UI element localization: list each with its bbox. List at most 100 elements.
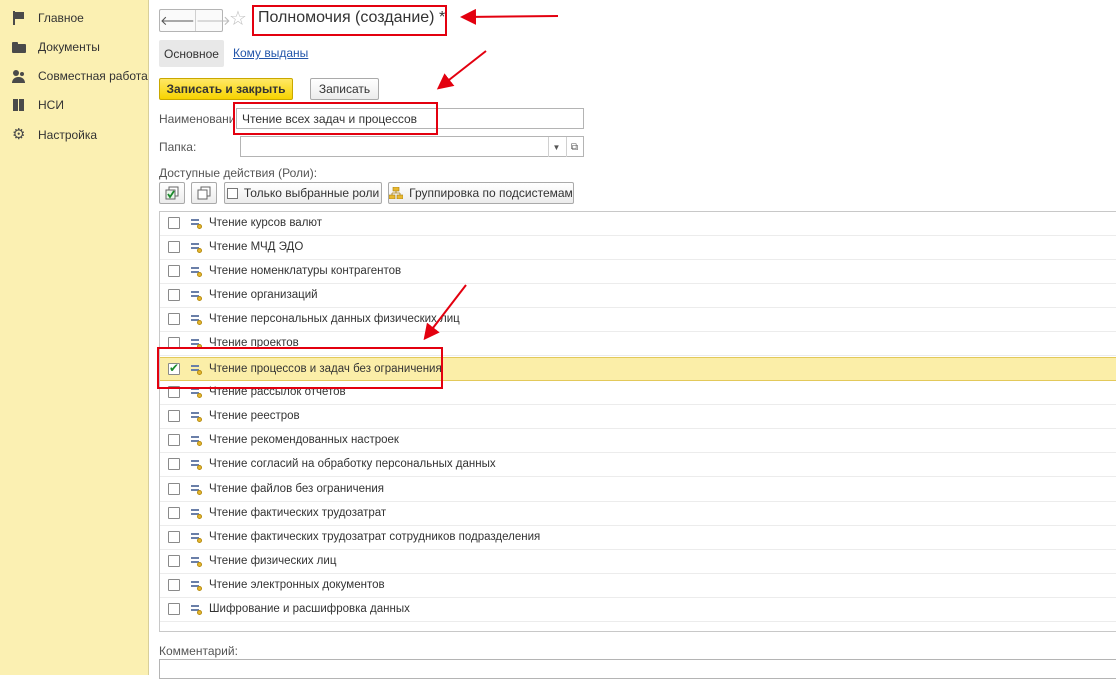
tab-main[interactable]: Основное [159,40,224,67]
forward-arrow-icon: 🡒 [195,12,231,28]
uncheck-all-button[interactable] [191,182,217,204]
role-label: Чтение рекомендованных настроек [209,434,399,446]
save-button[interactable]: Записать [310,78,379,100]
role-row[interactable]: Чтение фактических трудозатрат [160,502,1116,526]
role-row[interactable]: Чтение файлов без ограничения [160,478,1116,502]
uncheck-all-icon [197,186,211,200]
role-checkbox[interactable] [168,313,180,325]
role-checkbox[interactable] [168,507,180,519]
role-row[interactable]: Чтение физических лиц [160,550,1116,574]
sidebar-item-collaboration[interactable]: Совместная работа [12,66,148,86]
role-label: Чтение электронных документов [209,579,385,591]
role-row[interactable]: Шифрование и расшифровка данных [160,598,1116,622]
group-by-label: Группировка по подсистемам [409,186,573,200]
role-checkbox[interactable] [168,337,180,349]
role-icon [191,484,203,496]
role-row[interactable]: Чтение фактических трудозатрат сотрудник… [160,526,1116,550]
role-icon [191,604,203,616]
role-row[interactable]: Чтение согласий на обработку персональны… [160,453,1116,477]
role-label: Чтение проектов [209,337,299,349]
role-icon [191,314,203,326]
role-row[interactable]: Чтение МЧД ЭДО [160,236,1116,260]
role-row[interactable]: Чтение электронных документов [160,574,1116,598]
role-label: Чтение курсов валют [209,217,323,229]
role-icon [191,532,203,544]
forward-button[interactable]: 🡒 [194,10,231,31]
save-and-close-button[interactable]: Записать и закрыть [159,78,293,100]
tab-issued-to[interactable]: Кому выданы [233,46,308,60]
sidebar-item-nsi[interactable]: НСИ [12,95,64,115]
sidebar-item-label: Настройка [38,128,98,142]
flag-icon [12,11,26,25]
role-icon [191,556,203,568]
star-icon[interactable]: ☆ [229,8,247,30]
role-label: Чтение физических лиц [209,555,337,567]
role-row[interactable]: Чтение персональных данных физических ли… [160,308,1116,332]
sidebar-item-documents[interactable]: Документы [12,37,100,57]
role-icon [191,290,203,302]
role-row[interactable]: Чтение курсов валют [160,212,1116,236]
roles-list[interactable]: Чтение курсов валют Чтение МЧД ЭДО Чтение … [159,211,1116,632]
role-checkbox[interactable] [168,289,180,301]
role-row[interactable]: Чтение проектов [160,332,1116,356]
role-checkbox[interactable] [168,483,180,495]
role-checkbox[interactable] [168,265,180,277]
role-icon [191,338,203,350]
role-checkbox[interactable] [168,579,180,591]
role-checkbox[interactable] [168,555,180,567]
role-row[interactable]: Чтение рассылок отчетов [160,381,1116,405]
check-all-button[interactable] [159,182,185,204]
open-folder-button[interactable]: ⧉ [566,137,582,157]
role-checkbox[interactable] [168,386,180,398]
role-row[interactable]: Чтение процессов и задач без ограничения [160,357,1116,381]
sidebar-item-main[interactable]: Главное [12,8,84,28]
only-selected-roles-button[interactable]: Только выбранные роли [224,182,382,204]
chevron-down-icon: ▼ [552,142,561,152]
role-label: Шифрование и расшифровка данных [209,603,410,615]
role-row[interactable]: Чтение реестров [160,405,1116,429]
checkbox-icon [226,187,238,199]
sidebar-item-label: Документы [38,40,100,54]
role-icon [191,364,203,376]
sidebar-item-label: Главное [38,11,84,25]
dropdown-button[interactable]: ▼ [548,137,564,157]
role-checkbox[interactable] [168,217,180,229]
role-icon [191,266,203,278]
gear-icon: ⚙ [12,126,26,143]
role-checkbox[interactable] [168,410,180,422]
role-label: Чтение фактических трудозатрат сотрудник… [209,531,541,543]
role-icon [191,387,203,399]
role-checkbox[interactable] [168,531,180,543]
sidebar-item-settings[interactable]: ⚙ Настройка [12,125,97,145]
role-checkbox[interactable] [168,603,180,615]
group-by-subsystems-button[interactable]: Группировка по подсистемам [388,182,574,204]
role-label: Чтение файлов без ограничения [209,483,384,495]
history-nav: 🡐 🡒 [159,9,231,32]
comment-field[interactable] [159,659,1116,679]
sidebar-item-label: Совместная работа [38,69,148,83]
role-row[interactable]: Чтение рекомендованных настроек [160,429,1116,453]
hierarchy-icon [389,187,404,199]
role-icon [191,411,203,423]
role-label: Чтение фактических трудозатрат [209,507,387,519]
role-row[interactable]: Чтение организаций [160,284,1116,308]
role-label: Чтение реестров [209,410,300,422]
role-label: Чтение персональных данных физических ли… [209,313,460,325]
role-label: Чтение процессов и задач без ограничения [209,363,442,375]
arrow-to-name [436,50,487,90]
role-icon [191,242,203,254]
name-field[interactable]: Чтение всех задач и процессов [236,108,584,129]
folder-field[interactable] [240,136,584,157]
role-checkbox[interactable] [168,241,180,253]
back-button[interactable]: 🡐 [160,10,195,31]
role-checkbox[interactable] [168,458,180,470]
role-icon [191,218,203,230]
role-label: Чтение согласий на обработку персональны… [209,458,496,470]
page-title: Полномочия (создание) * [258,9,446,26]
role-checkbox[interactable] [168,361,180,375]
folder-label: Папка: [159,140,197,154]
role-row[interactable]: Чтение номенклатуры контрагентов [160,260,1116,284]
role-checkbox[interactable] [168,434,180,446]
role-label: Чтение номенклатуры контрагентов [209,265,402,277]
open-icon: ⧉ [570,141,579,153]
